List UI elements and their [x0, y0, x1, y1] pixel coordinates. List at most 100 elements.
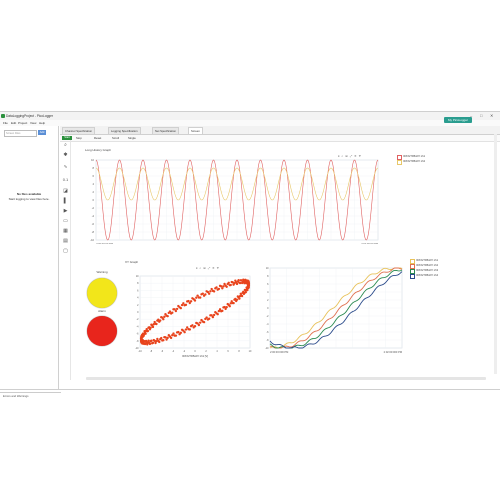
y-tick-label: 10 — [91, 158, 94, 162]
logging-toolbar: Start Stop Reset Scroll Single — [60, 135, 500, 142]
frame-icon[interactable]: ▢ — [62, 248, 69, 255]
y-tick-label: -8 — [266, 339, 269, 342]
file-panel: Screen Files Add No files available Star… — [0, 126, 61, 398]
empty-text: Start logging to view files here. — [8, 197, 50, 201]
app-logo-icon — [1, 114, 5, 118]
data-point — [152, 338, 155, 342]
data-point — [195, 296, 198, 299]
zoom-icon[interactable]: ⌕ — [200, 266, 202, 270]
data-point — [247, 284, 251, 287]
y-tick-label: 6 — [93, 174, 95, 178]
data-point — [189, 325, 193, 328]
data-point — [167, 334, 171, 337]
data-point — [230, 300, 233, 303]
screen-files-input[interactable]: Screen Files — [4, 130, 37, 137]
y-tick-label: 0 — [137, 311, 139, 314]
image-icon[interactable]: ▭ — [62, 218, 69, 225]
pause-icon[interactable]: ⏸ — [196, 266, 198, 270]
panel-icon[interactable]: ▤ — [62, 238, 69, 245]
legend-label: IDXX27R5s07r.ch2 — [416, 264, 439, 267]
warning-lamp-label: Warning — [96, 270, 108, 274]
close-button[interactable]: ✕ — [490, 113, 493, 119]
x-tick-label: -6 — [161, 350, 164, 353]
x-start-label: 2:00:00:00 PM — [96, 242, 113, 244]
y-tick-label: 8 — [137, 282, 139, 285]
y-tick-label: -2 — [136, 318, 139, 321]
pause-icon[interactable]: ⏸ — [338, 154, 340, 158]
xy-chart[interactable]: 1086420-2-4-6-8-10-10 -8 -6 -4 -2 0 2 4 6 8 10IDXX… — [130, 266, 254, 360]
y-tick-label: 2 — [267, 299, 269, 302]
table-icon[interactable]: ▦ — [62, 228, 69, 235]
data-point — [151, 325, 155, 329]
data-point — [209, 290, 212, 293]
data-point — [154, 341, 157, 345]
x-tick-label: -2 — [183, 350, 186, 353]
horizontal-scrollbar[interactable] — [86, 377, 486, 380]
data-point — [193, 299, 197, 302]
stop-button[interactable]: Stop — [76, 135, 82, 141]
data-point — [175, 307, 179, 311]
multi-chart-legend: IDXX27R5s07r.ch1 IDXX27R5s07r.ch2 IDXX27… — [410, 258, 439, 279]
errors-warnings-panel[interactable]: Errors and Warnings — [0, 392, 61, 399]
data-point — [245, 286, 248, 289]
data-point — [155, 322, 158, 326]
single-button[interactable]: Single — [128, 135, 136, 141]
vertical-scrollbar[interactable] — [494, 134, 497, 374]
y-tick-label: 8 — [267, 275, 269, 278]
line-graph-icon[interactable]: ∿ — [62, 164, 69, 171]
strip-chart[interactable]: 10 8 6 4 2 0 -2 -4 -6 -8 -102:00:00:00 PM 2:02:00:0… — [84, 152, 384, 244]
data-point — [227, 281, 230, 285]
zoom-out-icon[interactable]: ⊖ — [345, 154, 348, 158]
data-point — [209, 314, 212, 317]
maximize-button[interactable]: □ — [480, 113, 482, 119]
data-point — [229, 302, 232, 305]
data-point — [163, 315, 166, 318]
y-tick-label: 2 — [137, 304, 139, 307]
y-tick-label: -4 — [266, 323, 269, 326]
zoom-out-icon[interactable]: ⊖ — [203, 266, 206, 270]
y-tick-label: -2 — [266, 315, 269, 318]
bar-icon[interactable]: ▌ — [62, 198, 69, 205]
data-point — [212, 290, 216, 293]
legend-item[interactable]: IDXX27R5s07r.ch4 — [410, 273, 438, 279]
tab-channel-specification[interactable]: Channel Specification — [62, 127, 96, 134]
fit-icon[interactable]: ⤢ — [350, 154, 352, 158]
number-display-icon[interactable]: 0.1 — [62, 176, 69, 183]
tab-logging-specification[interactable]: Logging Specification — [108, 127, 141, 134]
close-chart-icon[interactable]: ✕ — [212, 266, 215, 270]
x-tick-label: 6 — [227, 350, 229, 353]
data-point — [180, 328, 184, 331]
data-point — [236, 295, 240, 298]
play-icon[interactable]: ▶ — [62, 208, 69, 215]
data-point — [149, 326, 152, 330]
pin-icon[interactable]: ✱ — [62, 152, 69, 159]
fit-icon[interactable]: ⤢ — [208, 266, 210, 270]
y-tick-label: 0 — [93, 198, 95, 202]
y-tick-label: 10 — [266, 267, 269, 270]
magnify-icon[interactable]: ⌕ — [62, 142, 69, 149]
x-tick-label: -8 — [150, 350, 153, 353]
zoom-icon[interactable]: ⌕ — [342, 154, 344, 158]
data-point — [165, 338, 168, 341]
filter-icon[interactable]: ⏷ — [217, 266, 219, 270]
y-tick-label: 6 — [267, 283, 269, 286]
tab-net-specification[interactable]: Net Specification — [152, 127, 179, 134]
scroll-button[interactable]: Scroll — [112, 135, 119, 141]
multi-channel-chart[interactable]: 10 8 6 4 2 0 -2 -4 -6 -8 -102:00:00:000 PM 2:02:00:… — [258, 262, 408, 360]
close-chart-icon[interactable]: ✕ — [354, 154, 357, 158]
add-file-button[interactable]: Add — [38, 130, 46, 135]
legend-item[interactable]: IDXX27R5s07r.ch2 — [397, 159, 425, 165]
data-point — [225, 285, 228, 288]
reset-button[interactable]: Reset — [94, 135, 101, 141]
xy-chart-title: XY Graph — [125, 260, 139, 264]
title-bar: DataLoggingProject - PicoLogger – □ ✕ — [0, 112, 500, 120]
tab-screen[interactable]: Screen — [188, 127, 203, 134]
data-point — [166, 314, 169, 318]
gauge-icon[interactable]: ◪ — [62, 188, 69, 195]
x-tick-label: -10 — [138, 350, 142, 353]
data-point — [171, 311, 174, 314]
data-point — [200, 318, 203, 322]
my-picologger-button[interactable]: My PicoLogger — [444, 117, 472, 123]
strip-chart-legend: IDXX27R5s07r.ch1 IDXX27R5s07r.ch2 — [397, 154, 425, 165]
filter-icon[interactable]: ⏷ — [359, 154, 361, 158]
